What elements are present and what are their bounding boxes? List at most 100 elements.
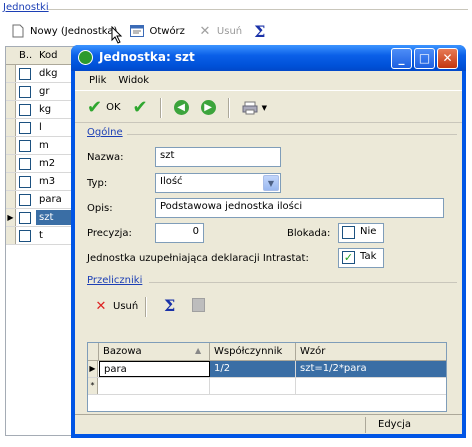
type-value: Ilość xyxy=(160,176,183,187)
lock-checkbox-box[interactable]: Nie xyxy=(338,223,384,243)
sort-asc-icon: ▲ xyxy=(195,346,202,355)
name-field[interactable]: szt xyxy=(155,147,281,167)
section-divider xyxy=(127,134,457,135)
column-header-wzor[interactable]: Wzór xyxy=(296,343,446,361)
row-checkbox[interactable] xyxy=(19,230,31,242)
unit-code: para xyxy=(39,194,62,205)
table-row[interactable]: gr xyxy=(6,83,74,101)
document-disabled-icon xyxy=(192,298,205,312)
row-checkbox[interactable] xyxy=(19,194,31,206)
converters-section-title: Przeliczniki xyxy=(87,275,143,286)
delete-converter-button[interactable]: ✕ Usuń xyxy=(89,295,142,317)
unit-code: szt xyxy=(36,210,74,225)
grid-header: B.. Kod xyxy=(6,47,74,65)
grid-corner xyxy=(88,343,99,361)
column-header-wspolczynnik[interactable]: Współczynnik xyxy=(210,343,296,361)
wzor-cell[interactable] xyxy=(296,378,446,394)
checkmark-icon: ✔ xyxy=(87,96,103,118)
dialog-titlebar[interactable]: Jednostka: szt _ □ ✕ xyxy=(71,45,466,71)
unit-code: m2 xyxy=(39,158,56,169)
table-row[interactable]: m2 xyxy=(6,155,74,173)
bazowa-cell[interactable] xyxy=(99,378,210,394)
intrastat-checkbox[interactable]: ✓ xyxy=(342,251,355,264)
description-field[interactable]: Podstawowa jednostka ilości xyxy=(155,198,444,218)
title-divider xyxy=(48,9,468,10)
unit-code: m3 xyxy=(39,176,56,187)
table-row[interactable]: ▶ para 1/2 szt=1/2*para xyxy=(88,361,446,378)
delete-x-icon: ✕ xyxy=(95,298,107,314)
sigma-icon: Σ xyxy=(254,21,266,41)
unit-code: m xyxy=(39,140,49,151)
delete-x-icon: ✕ xyxy=(199,23,211,39)
row-checkbox[interactable] xyxy=(19,86,31,98)
window-title: Jednostki xyxy=(3,2,49,13)
row-checkbox[interactable] xyxy=(19,140,31,152)
unit-code: gr xyxy=(39,86,50,97)
column-header-kod[interactable]: Kod xyxy=(39,50,58,61)
table-row[interactable]: m3 xyxy=(6,173,74,191)
description-label: Opis: xyxy=(87,203,113,214)
sigma-icon[interactable]: Σ xyxy=(164,296,175,315)
bazowa-cell[interactable]: para xyxy=(99,361,210,377)
close-button[interactable]: ✕ xyxy=(437,48,458,69)
menu-view[interactable]: Widok xyxy=(118,75,149,86)
converters-grid: Bazowa ▲ Współczynnik Wzór ▶ para 1/2 sz… xyxy=(87,342,447,412)
row-checkbox[interactable] xyxy=(19,158,31,170)
table-row[interactable]: dkg xyxy=(6,65,74,83)
table-row[interactable]: t xyxy=(6,227,74,245)
next-button[interactable]: ▶ xyxy=(197,97,220,119)
intrastat-checkbox-box[interactable]: ✓ Tak xyxy=(338,248,384,268)
unit-dialog: Jednostka: szt _ □ ✕ Plik Widok ✔ OK ✔ ◀… xyxy=(71,45,466,438)
print-button[interactable]: ▼ xyxy=(238,97,271,119)
precision-field[interactable]: 0 xyxy=(155,223,204,243)
table-row[interactable]: para xyxy=(6,191,74,209)
type-select[interactable]: Ilość ▼ xyxy=(155,173,281,193)
precision-label: Precyzja: xyxy=(87,228,132,239)
wspolczynnik-cell[interactable]: 1/2 xyxy=(210,361,296,377)
lock-label: Blokada: xyxy=(287,228,331,239)
column-header-b[interactable]: B.. xyxy=(19,50,32,61)
dropdown-arrow-icon[interactable]: ▼ xyxy=(262,104,267,112)
table-row[interactable]: m xyxy=(6,137,74,155)
lock-checkbox[interactable] xyxy=(342,226,355,239)
minimize-button[interactable]: _ xyxy=(391,48,412,69)
table-row[interactable]: l xyxy=(6,119,74,137)
row-checkbox[interactable] xyxy=(19,122,31,134)
chevron-down-icon[interactable]: ▼ xyxy=(263,175,279,191)
toolbar-separator xyxy=(227,97,230,118)
dialog-toolbar: ✔ OK ✔ ◀ ▶ ▼ xyxy=(75,93,462,123)
row-checkbox[interactable] xyxy=(19,176,31,188)
wspolczynnik-cell[interactable] xyxy=(210,378,296,394)
printer-icon xyxy=(242,100,258,116)
wzor-cell[interactable]: szt=1/2*para xyxy=(296,361,446,377)
unit-code: l xyxy=(39,122,42,133)
new-unit-button[interactable]: Nowy (Jednostka) xyxy=(6,20,121,42)
units-grid: B.. Kod dkg gr kg l m m2 m3 para ▶ szt t xyxy=(5,46,75,436)
app-icon xyxy=(78,50,93,65)
ok-label: OK xyxy=(106,102,121,113)
toolbar-separator xyxy=(159,97,162,118)
row-checkbox[interactable] xyxy=(19,104,31,116)
open-button[interactable]: Otwórz xyxy=(125,20,188,42)
sum-button[interactable]: Σ xyxy=(250,20,269,42)
ok-save-button[interactable]: ✔ xyxy=(129,97,152,119)
type-label: Typ: xyxy=(87,178,108,189)
delete-button[interactable]: ✕ Usuń xyxy=(193,20,246,42)
new-row[interactable]: * xyxy=(88,378,446,395)
maximize-button[interactable]: □ xyxy=(414,48,435,69)
unit-code: kg xyxy=(39,104,52,115)
table-row[interactable]: kg xyxy=(6,101,74,119)
status-divider xyxy=(365,417,366,433)
column-header-bazowa[interactable]: Bazowa ▲ xyxy=(99,343,210,361)
delete-converter-label: Usuń xyxy=(113,300,139,312)
row-checkbox[interactable] xyxy=(19,212,31,224)
name-label: Nazwa: xyxy=(87,152,124,163)
table-row-selected[interactable]: ▶ szt xyxy=(6,209,74,227)
general-section-title: Ogólne xyxy=(87,127,123,138)
lock-value: Nie xyxy=(360,226,377,237)
previous-button[interactable]: ◀ xyxy=(170,97,193,119)
row-checkbox[interactable] xyxy=(19,68,31,80)
new-unit-label: Nowy (Jednostka) xyxy=(30,25,118,37)
menu-file[interactable]: Plik xyxy=(89,75,106,86)
ok-button[interactable]: ✔ OK xyxy=(83,97,125,119)
